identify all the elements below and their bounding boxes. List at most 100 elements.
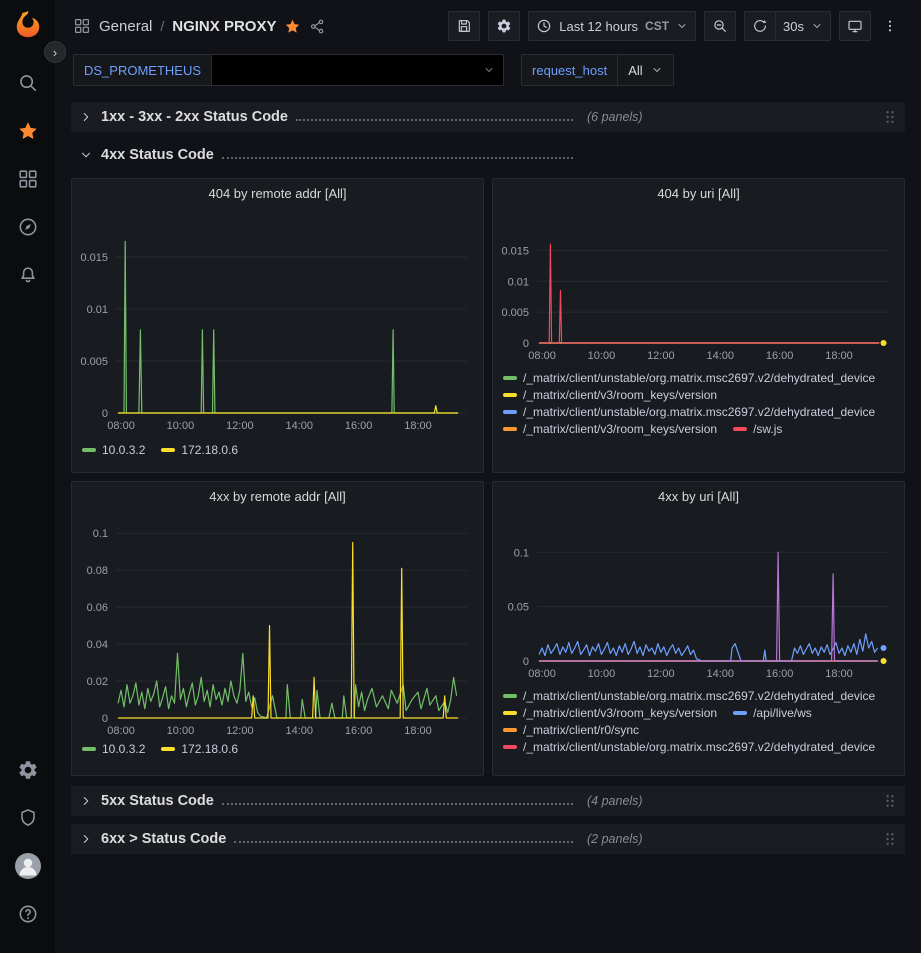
sidebar-item-server-admin[interactable] [9, 799, 47, 837]
row-expand-icon[interactable] [79, 794, 93, 808]
svg-text:0.1: 0.1 [93, 528, 108, 540]
dashboard-row-5xx[interactable]: 5xx Status Code (4 panels) [71, 786, 905, 816]
legend-item[interactable]: /_matrix/client/unstable/org.matrix.msc2… [503, 371, 875, 385]
svg-text:16:00: 16:00 [766, 350, 794, 362]
chart-legend: /_matrix/client/unstable/org.matrix.msc2… [493, 685, 904, 758]
legend-swatch [82, 448, 96, 452]
time-series-chart[interactable]: 00.0050.010.01508:0010:0012:0014:0016:00… [493, 207, 902, 367]
request-host-variable-label[interactable]: request_host [521, 54, 618, 86]
sidebar-item-configuration[interactable] [9, 751, 47, 789]
user-avatar[interactable] [9, 847, 47, 885]
row-drag-handle[interactable] [883, 109, 897, 125]
tv-mode-button[interactable] [839, 11, 871, 41]
grafana-logo[interactable] [13, 9, 43, 42]
svg-text:12:00: 12:00 [226, 420, 254, 432]
zoom-out-time-button[interactable] [704, 11, 736, 41]
legend-label: /sw.js [753, 422, 782, 436]
legend-item[interactable]: 10.0.3.2 [82, 443, 145, 457]
legend-item[interactable]: 172.18.0.6 [161, 443, 238, 457]
tv-icon [847, 18, 863, 34]
refresh-interval-dropdown[interactable]: 30s [775, 11, 831, 41]
time-series-chart[interactable]: 00.050.108:0010:0012:0014:0016:0018:00 [493, 510, 902, 685]
datasource-variable-label[interactable]: DS_PROMETHEUS [73, 54, 212, 86]
save-dashboard-button[interactable] [448, 11, 480, 41]
svg-text:0: 0 [523, 338, 529, 350]
dashboard-row-6xx[interactable]: 6xx > Status Code (2 panels) [71, 824, 905, 854]
time-series-chart[interactable]: 00.0050.010.01508:0010:0012:0014:0016:00… [72, 207, 481, 439]
legend-swatch [503, 745, 517, 749]
sidebar-item-starred[interactable] [9, 112, 47, 150]
chevron-down-icon [676, 20, 688, 32]
more-menu-button[interactable] [879, 11, 909, 41]
svg-text:08:00: 08:00 [528, 350, 556, 362]
clock-icon [536, 18, 552, 34]
legend-item[interactable]: 10.0.3.2 [82, 742, 145, 756]
refresh-button[interactable] [744, 11, 775, 41]
sidebar-item-alerting[interactable] [9, 256, 47, 294]
sidebar-item-help[interactable] [9, 895, 47, 933]
legend-item[interactable]: /_matrix/client/unstable/org.matrix.msc2… [503, 740, 875, 754]
dashboard-settings-button[interactable] [488, 11, 520, 41]
svg-text:14:00: 14:00 [706, 668, 734, 680]
chart-legend: /_matrix/client/unstable/org.matrix.msc2… [493, 367, 904, 440]
legend-item[interactable]: /_matrix/client/r0/sync [503, 723, 639, 737]
legend-swatch [503, 376, 517, 380]
time-range-picker[interactable]: Last 12 hours CST [528, 11, 696, 41]
dashboard-title[interactable]: NGINX PROXY [172, 18, 276, 35]
legend-swatch [161, 448, 175, 452]
sidebar-item-explore[interactable] [9, 208, 47, 246]
svg-text:08:00: 08:00 [528, 668, 556, 680]
refresh-interval-label: 30s [783, 19, 804, 34]
row-title[interactable]: 5xx Status Code [101, 793, 214, 809]
legend-item[interactable]: /_matrix/client/unstable/org.matrix.msc2… [503, 405, 875, 419]
panel-title[interactable]: 4xx by remote addr [All] [72, 482, 483, 510]
zoom-out-icon [712, 18, 728, 34]
row-drag-handle[interactable] [883, 793, 897, 809]
panel-title[interactable]: 4xx by uri [All] [493, 482, 904, 510]
legend-item[interactable]: /_matrix/client/unstable/org.matrix.msc2… [503, 689, 875, 703]
row-title[interactable]: 4xx Status Code [101, 147, 214, 163]
save-icon [456, 18, 472, 34]
row-collapse-icon[interactable] [79, 148, 93, 162]
svg-text:12:00: 12:00 [647, 668, 675, 680]
row-expand-icon[interactable] [79, 832, 93, 846]
legend-swatch [503, 427, 517, 431]
dashboard-row-1xx-3xx-2xx[interactable]: 1xx - 3xx - 2xx Status Code (6 panels) [71, 102, 905, 132]
svg-text:0.015: 0.015 [501, 245, 529, 257]
row-title[interactable]: 1xx - 3xx - 2xx Status Code [101, 109, 288, 125]
legend-item[interactable]: /_matrix/client/v3/room_keys/version [503, 706, 717, 720]
topbar: General / NGINX PROXY Last 12 hours CST [55, 0, 921, 52]
row-drag-handle[interactable] [883, 831, 897, 847]
legend-item[interactable]: /api/live/ws [733, 706, 812, 720]
svg-text:12:00: 12:00 [226, 725, 254, 737]
svg-text:18:00: 18:00 [404, 420, 432, 432]
time-series-chart[interactable]: 00.020.040.060.080.108:0010:0012:0014:00… [72, 510, 481, 738]
legend-label: /_matrix/client/unstable/org.matrix.msc2… [523, 405, 875, 419]
sidebar-item-dashboards[interactable] [9, 160, 47, 198]
legend-item[interactable]: /_matrix/client/v3/room_keys/version [503, 422, 717, 436]
chevron-down-icon [811, 20, 823, 32]
panel-4xx-by-remote-addr: 4xx by remote addr [All] 00.020.040.060.… [71, 481, 484, 776]
breadcrumb-section[interactable]: General [99, 18, 152, 35]
panel-title[interactable]: 404 by remote addr [All] [72, 179, 483, 207]
search-icon[interactable] [9, 64, 47, 102]
refresh-icon [752, 18, 768, 34]
row-leader-dots [222, 794, 573, 805]
row-expand-icon[interactable] [79, 110, 93, 124]
legend-item[interactable]: /sw.js [733, 422, 782, 436]
svg-text:14:00: 14:00 [285, 725, 313, 737]
row-title[interactable]: 6xx > Status Code [101, 831, 226, 847]
dashboard-row-4xx[interactable]: 4xx Status Code [71, 140, 905, 170]
favorite-star-icon[interactable] [284, 18, 301, 35]
share-icon[interactable] [309, 18, 326, 35]
panel-404-by-remote-addr: 404 by remote addr [All] 00.0050.010.015… [71, 178, 484, 473]
request-host-value-select[interactable]: All [618, 54, 673, 86]
legend-label: /_matrix/client/v3/room_keys/version [523, 422, 717, 436]
legend-item[interactable]: 172.18.0.6 [161, 742, 238, 756]
sidebar-collapse-button[interactable]: › [44, 41, 66, 63]
legend-item[interactable]: /_matrix/client/v3/room_keys/version [503, 388, 717, 402]
panel-title[interactable]: 404 by uri [All] [493, 179, 904, 207]
svg-text:10:00: 10:00 [167, 420, 195, 432]
svg-text:0: 0 [102, 713, 108, 725]
datasource-value-select[interactable] [212, 54, 504, 86]
